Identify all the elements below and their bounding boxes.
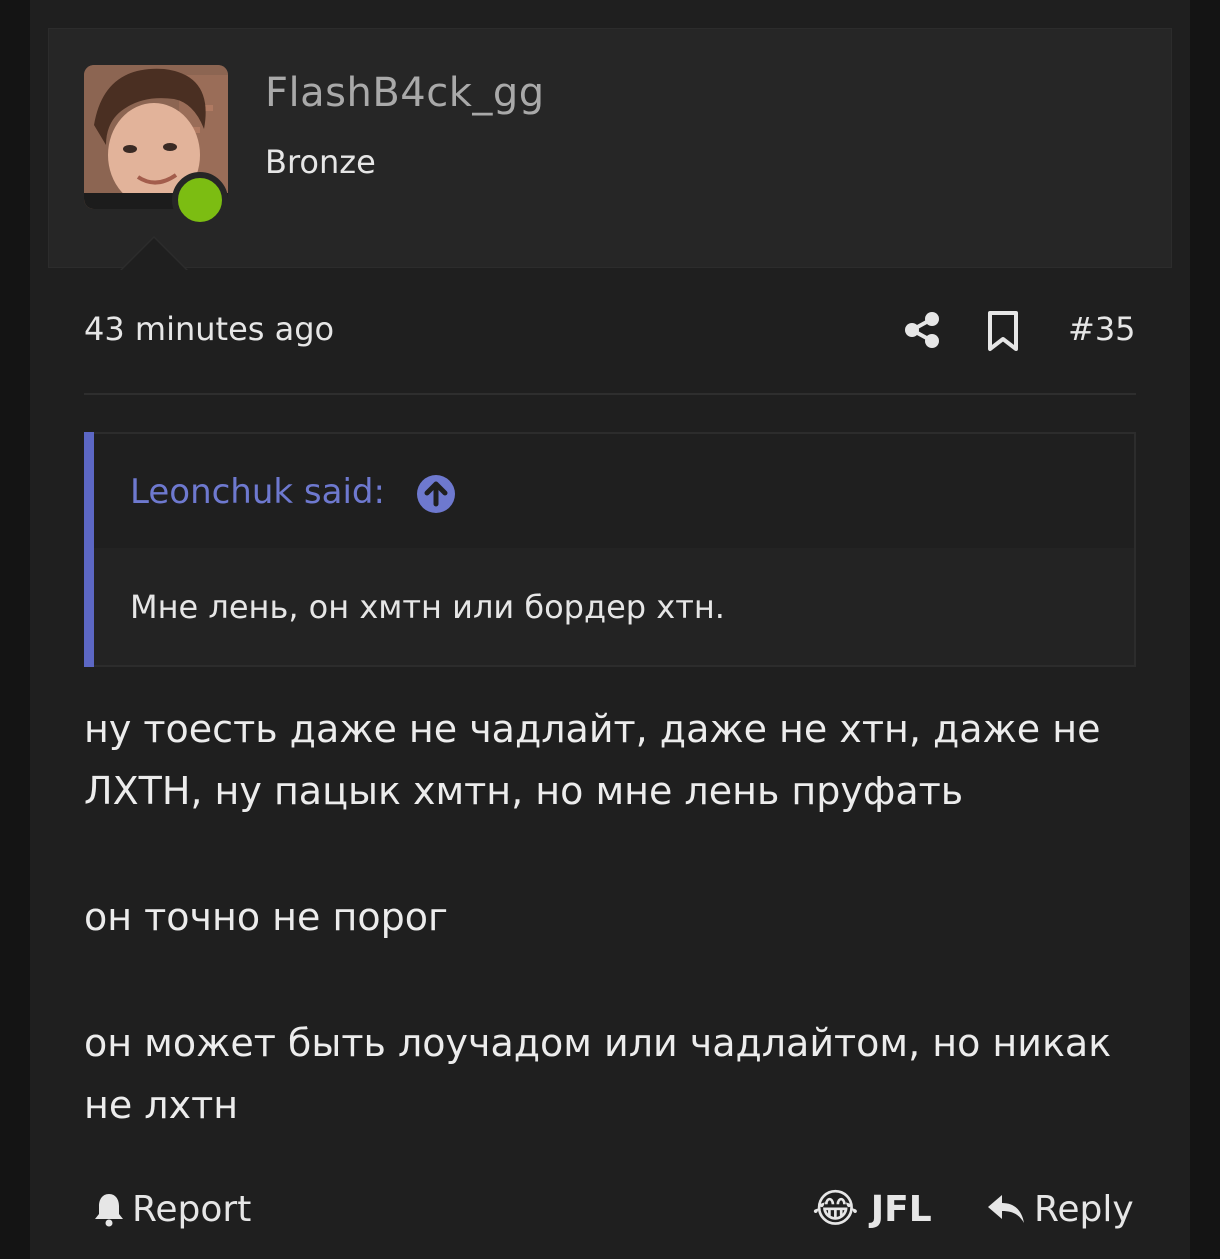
bookmark-icon[interactable]: [985, 310, 1021, 352]
post-paragraph: ну тоесть даже не чадлайт, даже не хтн, …: [84, 707, 1101, 813]
arrow-up-circle-icon[interactable]: [416, 474, 456, 514]
report-label: Report: [132, 1188, 252, 1230]
post-paragraph: он может быть лоучадом или чадлайтом, но…: [84, 1021, 1112, 1127]
online-status-indicator: [172, 172, 228, 228]
username[interactable]: FlashB4ck_gg: [265, 70, 545, 116]
post-timestamp[interactable]: 43 minutes ago: [84, 310, 334, 348]
divider: [84, 393, 1136, 395]
reply-arrow-icon: [988, 1195, 1024, 1223]
reaction-label: JFL: [870, 1188, 932, 1230]
post-number-link[interactable]: #35: [1068, 310, 1136, 348]
reaction-jfl-button[interactable]: 😂 JFL: [812, 1184, 932, 1234]
quote-text: Мне лень, он хмтн или бордер хтн.: [130, 588, 725, 626]
share-icon[interactable]: [902, 310, 942, 350]
laughing-tears-emoji-icon: 😂: [812, 1186, 859, 1232]
post-body: ну тоесть даже не чадлайт, даже не хтн, …: [84, 698, 1154, 1136]
reply-label: Reply: [1034, 1188, 1134, 1230]
quote-author-link[interactable]: Leonchuk said:: [130, 472, 385, 512]
post-paragraph: он точно не порог: [84, 895, 448, 939]
bell-icon: [95, 1194, 123, 1227]
user-rank: Bronze: [265, 143, 376, 181]
header-pointer: [122, 238, 186, 270]
report-button[interactable]: Report: [92, 1184, 251, 1234]
reply-button[interactable]: Reply: [986, 1184, 1134, 1234]
quote-accent-bar: [84, 432, 94, 667]
